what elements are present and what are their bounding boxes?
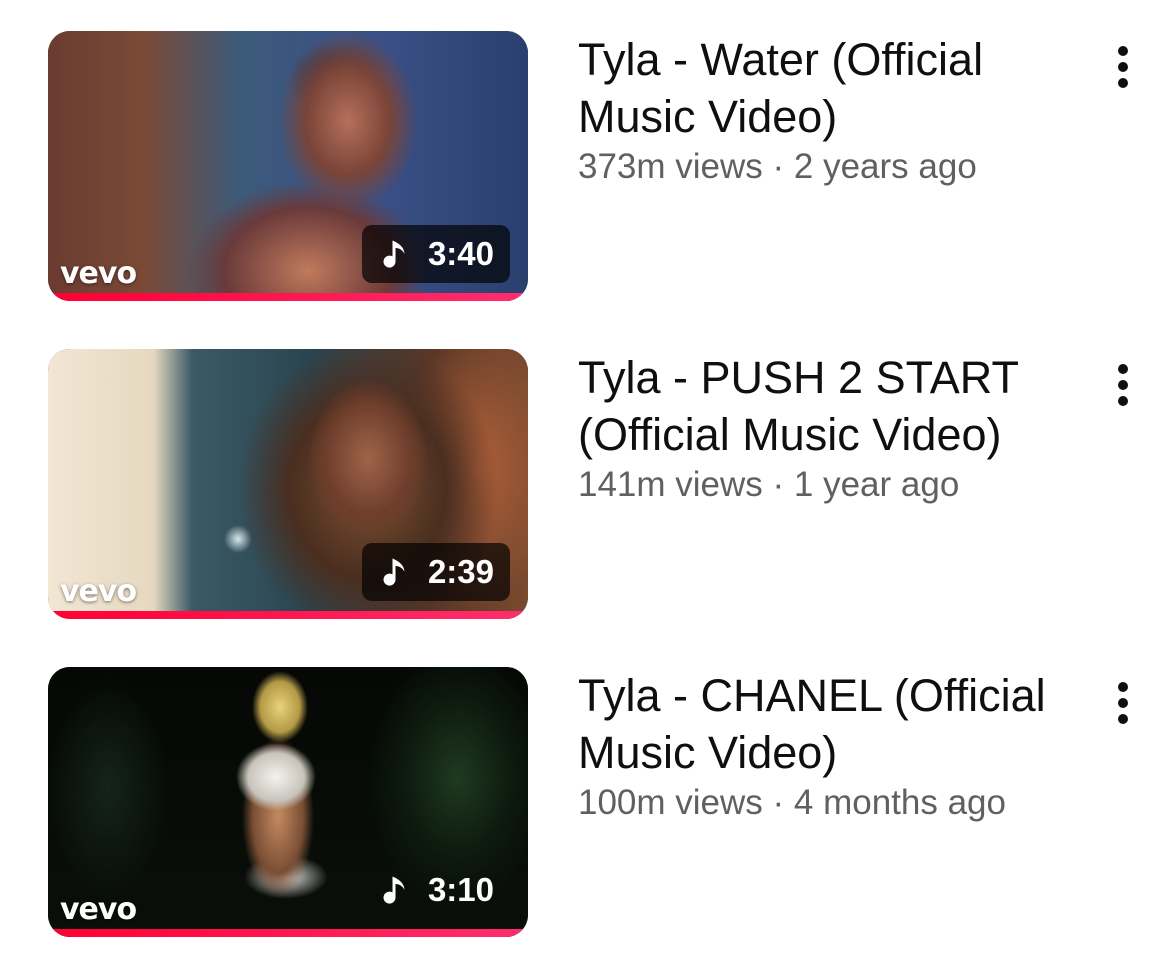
more-vert-icon[interactable] [1106, 39, 1140, 95]
video-thumbnail[interactable]: vevo 3:40 [48, 31, 528, 301]
duration-text: 3:10 [427, 871, 494, 908]
watch-progress-bar [48, 611, 528, 619]
video-stats: 373m views · 2 years ago [578, 147, 977, 186]
duration-text: 2:39 [427, 553, 494, 590]
video-title[interactable]: Tyla - Water (Official Music Video) [578, 31, 1098, 145]
music-note-icon [383, 558, 405, 586]
music-note-icon [383, 240, 405, 268]
vevo-logo: vevo [60, 892, 137, 927]
more-vert-icon[interactable] [1106, 675, 1140, 731]
watch-progress-bar [48, 929, 528, 937]
duration-text: 3:40 [427, 235, 494, 272]
vevo-logo: vevo [60, 574, 137, 609]
duration-badge: 3:10 [362, 861, 510, 919]
more-vert-icon[interactable] [1106, 357, 1140, 413]
video-thumbnail[interactable]: vevo 2:39 [48, 349, 528, 619]
video-item[interactable]: vevo 3:40 Tyla - Water (Official Music V… [0, 31, 1170, 303]
video-title[interactable]: Tyla - PUSH 2 START (Official Music Vide… [578, 349, 1098, 463]
duration-badge: 2:39 [361, 543, 510, 601]
video-item[interactable]: vevo 2:39 Tyla - PUSH 2 START (Official … [0, 349, 1170, 621]
watch-progress-bar [48, 293, 528, 301]
video-meta[interactable]: Tyla - PUSH 2 START (Official Music Vide… [578, 349, 1098, 507]
vevo-logo: vevo [60, 256, 137, 291]
video-stats: 100m views · 4 months ago [578, 783, 1006, 822]
video-title[interactable]: Tyla - CHANEL (Official Music Video) [578, 667, 1098, 781]
video-item[interactable]: vevo 3:10 Tyla - CHANEL (Official Music … [0, 667, 1170, 939]
video-meta[interactable]: Tyla - Water (Official Music Video) 373m… [578, 31, 1098, 189]
video-meta[interactable]: Tyla - CHANEL (Official Music Video) 100… [578, 667, 1098, 825]
video-stats: 141m views · 1 year ago [578, 465, 960, 504]
duration-badge: 3:40 [361, 225, 510, 283]
video-thumbnail[interactable]: vevo 3:10 [48, 667, 528, 937]
music-note-icon [383, 876, 405, 904]
